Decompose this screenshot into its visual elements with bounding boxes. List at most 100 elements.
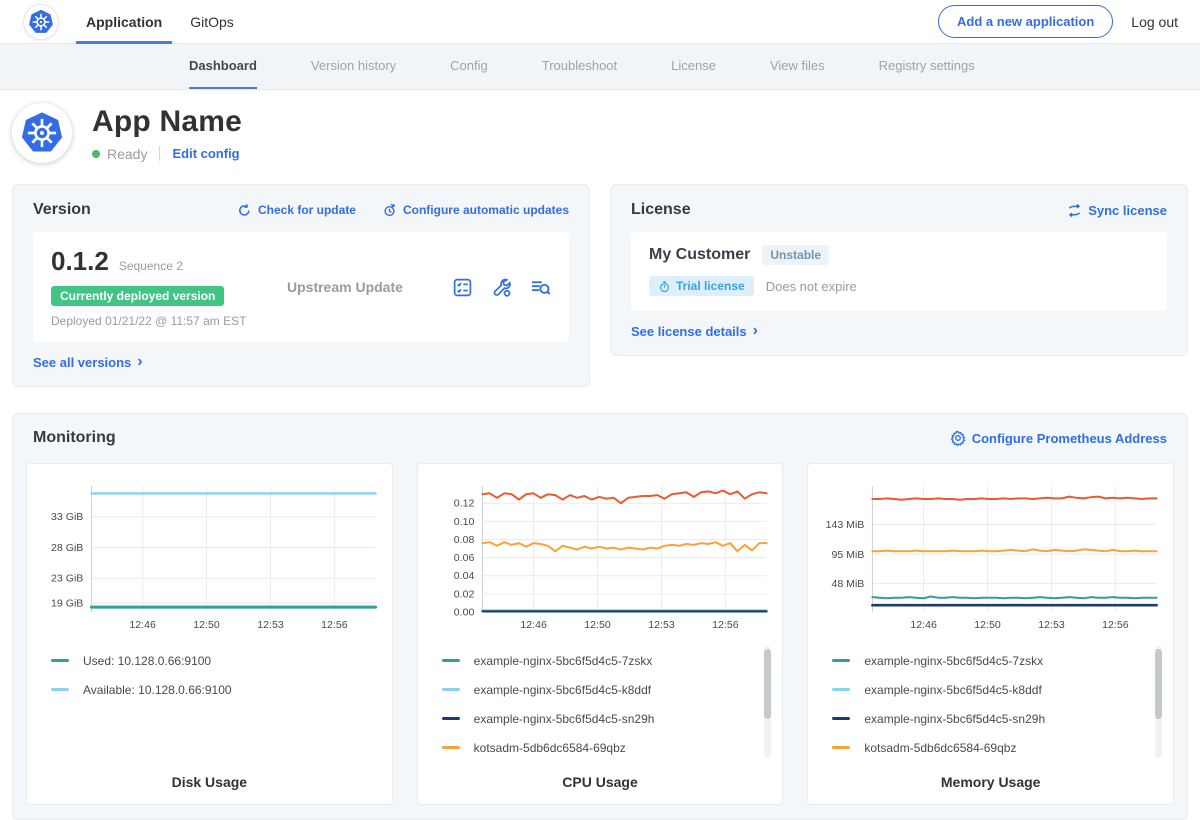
svg-text:12:53: 12:53 bbox=[648, 619, 675, 631]
legend-label: example-nginx-5bc6f5d4c5-sn29h bbox=[474, 712, 655, 726]
legend-label: example-nginx-5bc6f5d4c5-sn29h bbox=[864, 712, 1045, 726]
page-title: App Name bbox=[92, 105, 242, 139]
configure-prometheus-label: Configure Prometheus Address bbox=[972, 431, 1167, 446]
logout-link[interactable]: Log out bbox=[1131, 14, 1178, 30]
legend-label: example-nginx-5bc6f5d4c5-7zskx bbox=[864, 654, 1043, 668]
nav-item-application[interactable]: Application bbox=[86, 0, 162, 44]
view-logs-icon[interactable] bbox=[530, 277, 551, 298]
status-dot bbox=[92, 150, 100, 158]
svg-text:12:46: 12:46 bbox=[911, 619, 938, 631]
deployed-badge: Currently deployed version bbox=[51, 286, 224, 306]
legend-swatch bbox=[442, 659, 460, 662]
legend-item: kotsadm-5db6dc6584-69qbz bbox=[832, 733, 1165, 762]
svg-text:12:56: 12:56 bbox=[1103, 619, 1130, 631]
disk-usage-legend: Used: 10.128.0.66:9100 Available: 10.128.… bbox=[35, 646, 384, 768]
top-nav-right: Add a new application Log out bbox=[938, 5, 1178, 38]
version-panel: Version Check for update bbox=[12, 184, 590, 387]
configure-prometheus-link[interactable]: Configure Prometheus Address bbox=[950, 430, 1167, 446]
legend-label: Used: 10.128.0.66:9100 bbox=[83, 654, 211, 668]
legend-swatch bbox=[442, 688, 460, 691]
svg-text:12:53: 12:53 bbox=[1039, 619, 1066, 631]
legend-scrollbar-thumb[interactable] bbox=[764, 649, 771, 719]
svg-text:0.12: 0.12 bbox=[453, 498, 474, 510]
svg-text:95 MiB: 95 MiB bbox=[832, 549, 865, 561]
tab-license[interactable]: License bbox=[671, 44, 716, 89]
add-application-button[interactable]: Add a new application bbox=[938, 5, 1113, 38]
app-avatar bbox=[12, 103, 72, 163]
tab-troubleshoot[interactable]: Troubleshoot bbox=[542, 44, 617, 89]
svg-text:33 GiB: 33 GiB bbox=[51, 511, 83, 523]
tab-config[interactable]: Config bbox=[450, 44, 488, 89]
version-sequence: Sequence 2 bbox=[119, 259, 183, 273]
svg-text:19 GiB: 19 GiB bbox=[51, 597, 83, 609]
legend-swatch bbox=[832, 746, 850, 749]
legend-swatch bbox=[442, 746, 460, 749]
tab-registry-settings[interactable]: Registry settings bbox=[879, 44, 975, 89]
check-for-update-link[interactable]: Check for update bbox=[237, 203, 356, 218]
tab-dashboard[interactable]: Dashboard bbox=[189, 44, 257, 89]
see-all-versions-link[interactable]: See all versions › bbox=[33, 355, 143, 370]
svg-text:12:56: 12:56 bbox=[712, 619, 739, 631]
memory-usage-legend: example-nginx-5bc6f5d4c5-7zskx example-ng… bbox=[816, 646, 1165, 768]
see-all-versions-label: See all versions bbox=[33, 355, 131, 370]
edit-config-link[interactable]: Edit config bbox=[172, 146, 239, 161]
nav-item-gitops[interactable]: GitOps bbox=[190, 0, 234, 44]
legend-swatch bbox=[51, 688, 69, 691]
legend-swatch bbox=[51, 659, 69, 662]
refresh-icon bbox=[237, 203, 252, 218]
legend-label: Available: 10.128.0.66:9100 bbox=[83, 683, 232, 697]
cpu-usage-chart: 0.120.100.080.060.040.020.0012:4612:5012… bbox=[426, 476, 775, 634]
tab-view-files[interactable]: View files bbox=[770, 44, 825, 89]
config-wrench-icon[interactable] bbox=[491, 277, 512, 298]
svg-text:0.02: 0.02 bbox=[453, 588, 474, 600]
chevron-right-icon: › bbox=[137, 357, 142, 367]
legend-item: example-nginx-5bc6f5d4c5-7zskx bbox=[442, 646, 775, 675]
chevron-right-icon: › bbox=[753, 326, 758, 336]
sync-license-link[interactable]: Sync license bbox=[1067, 203, 1167, 218]
sync-license-label: Sync license bbox=[1088, 203, 1167, 218]
cpu-usage-legend: example-nginx-5bc6f5d4c5-7zskx example-ng… bbox=[426, 646, 775, 768]
svg-text:48 MiB: 48 MiB bbox=[832, 578, 865, 590]
configure-automatic-updates-link[interactable]: Configure automatic updates bbox=[382, 203, 569, 218]
chart-title: CPU Usage bbox=[426, 768, 775, 790]
chart-title: Memory Usage bbox=[816, 768, 1165, 790]
legend-item: kotsadm-5db6dc6584-69qbz bbox=[442, 733, 775, 762]
channel-badge: Unstable bbox=[762, 245, 829, 265]
legend-scrollbar[interactable] bbox=[1155, 646, 1162, 758]
version-source-label: Upstream Update bbox=[283, 279, 452, 295]
legend-label: example-nginx-5bc6f5d4c5-k8ddf bbox=[864, 683, 1041, 697]
legend-scrollbar[interactable] bbox=[764, 646, 771, 758]
legend-item: example-nginx-5bc6f5d4c5-sn29h bbox=[442, 704, 775, 733]
legend-label: kotsadm-5db6dc6584-69qbz bbox=[474, 741, 626, 755]
tab-version-history[interactable]: Version history bbox=[311, 44, 396, 89]
monitoring-title: Monitoring bbox=[33, 429, 116, 447]
legend-swatch bbox=[832, 688, 850, 691]
svg-text:0.10: 0.10 bbox=[453, 516, 474, 528]
memory-usage-chart-card: 143 MiB95 MiB48 MiB12:4612:5012:5312:56 … bbox=[807, 463, 1174, 805]
legend-label: example-nginx-5bc6f5d4c5-k8ddf bbox=[474, 683, 651, 697]
preflight-checklist-icon[interactable] bbox=[452, 277, 473, 298]
current-version-card: 0.1.2 Sequence 2 Currently deployed vers… bbox=[33, 232, 569, 342]
stopwatch-icon bbox=[658, 280, 671, 293]
check-for-update-label: Check for update bbox=[258, 203, 356, 217]
license-panel-title: License bbox=[631, 201, 691, 219]
top-nav: Application GitOps Add a new application… bbox=[0, 0, 1200, 44]
kubernetes-logo bbox=[24, 5, 58, 39]
version-number: 0.1.2 bbox=[51, 246, 109, 277]
see-license-details-link[interactable]: See license details › bbox=[631, 324, 758, 339]
kubernetes-app-icon bbox=[20, 111, 64, 155]
trial-license-label: Trial license bbox=[676, 279, 745, 293]
memory-usage-chart: 143 MiB95 MiB48 MiB12:4612:5012:5312:56 bbox=[816, 476, 1165, 634]
svg-text:23 GiB: 23 GiB bbox=[51, 573, 83, 585]
legend-label: example-nginx-5bc6f5d4c5-7zskx bbox=[474, 654, 653, 668]
clock-update-icon bbox=[382, 203, 397, 218]
divider bbox=[159, 146, 160, 161]
sync-arrows-icon bbox=[1067, 203, 1082, 218]
deployed-timestamp: Deployed 01/21/22 @ 11:57 am EST bbox=[51, 314, 283, 328]
legend-scrollbar-thumb[interactable] bbox=[1155, 649, 1162, 719]
version-panel-title: Version bbox=[33, 201, 91, 219]
legend-label: kotsadm-5db6dc6584-69qbz bbox=[864, 741, 1016, 755]
legend-swatch bbox=[442, 717, 460, 720]
svg-text:12:46: 12:46 bbox=[129, 619, 156, 631]
legend-swatch bbox=[832, 659, 850, 662]
